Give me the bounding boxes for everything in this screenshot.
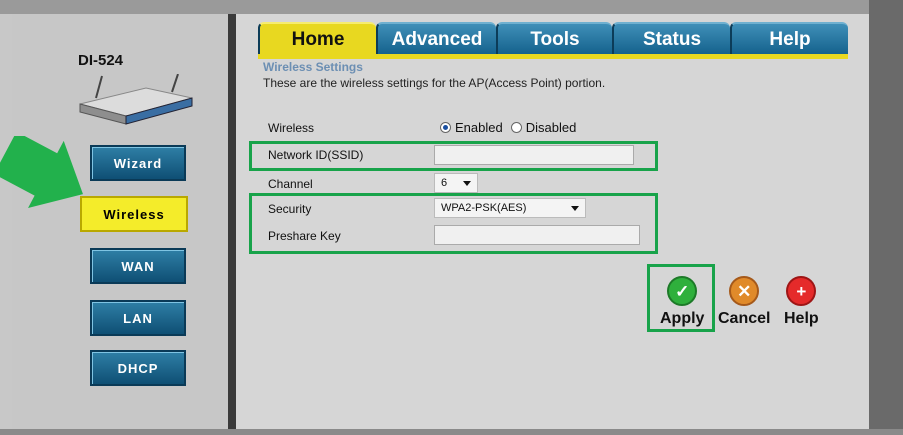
tab-advanced[interactable]: Advanced xyxy=(376,22,496,56)
channel-label: Channel xyxy=(268,177,313,191)
sidebar-item-label: LAN xyxy=(123,310,153,326)
chevron-down-icon xyxy=(571,206,579,211)
ssid-input[interactable] xyxy=(434,145,634,165)
wireless-radio-group: Enabled Disabled xyxy=(440,120,576,135)
pointer-arrow-icon xyxy=(0,136,83,209)
cancel-label: Cancel xyxy=(718,310,771,327)
channel-value: 6 xyxy=(441,177,448,189)
cancel-icon: ✕ xyxy=(729,276,760,306)
check-icon: ✓ xyxy=(667,276,698,306)
sidebar-item-label: Wizard xyxy=(113,155,163,171)
panel-divider xyxy=(228,14,236,435)
wireless-label: Wireless xyxy=(268,121,315,135)
preshare-key-input[interactable] xyxy=(434,225,640,245)
sidebar-item-wan[interactable]: WAN xyxy=(90,248,186,284)
tab-label: Status xyxy=(642,29,702,50)
security-value: WPA2-PSK(AES) xyxy=(441,202,527,214)
apply-button[interactable]: ✓ Apply xyxy=(660,276,704,328)
security-label: Security xyxy=(268,202,312,216)
help-label: Help xyxy=(784,310,819,327)
plus-icon: + xyxy=(786,276,817,306)
device-model: DI-524 xyxy=(78,52,124,69)
sidebar-item-wizard[interactable]: Wizard xyxy=(90,145,186,181)
wireless-disabled-label: Disabled xyxy=(525,120,577,135)
top-frame xyxy=(0,0,903,14)
tab-label: Advanced xyxy=(391,29,483,50)
sidebar-item-dhcp[interactable]: DHCP xyxy=(90,350,186,386)
tab-label: Tools xyxy=(530,29,580,50)
wireless-enabled-label: Enabled xyxy=(455,120,503,135)
router-image xyxy=(79,74,193,125)
ssid-label: Network ID(SSID) xyxy=(268,148,364,162)
section-title: Wireless Settings xyxy=(263,60,363,74)
tab-label: Home xyxy=(291,29,345,50)
tab-tools[interactable]: Tools xyxy=(496,22,612,56)
preshare-key-label: Preshare Key xyxy=(268,229,341,243)
channel-select[interactable]: 6 xyxy=(434,173,478,193)
bottom-frame xyxy=(0,429,903,435)
right-frame xyxy=(869,0,903,435)
sidebar-item-lan[interactable]: LAN xyxy=(90,300,186,336)
apply-label: Apply xyxy=(660,310,705,327)
tab-label: Help xyxy=(769,29,811,50)
sidebar-item-wireless[interactable]: Wireless xyxy=(80,196,188,232)
section-description: These are the wireless settings for the … xyxy=(263,76,606,90)
sidebar-item-label: Wireless xyxy=(103,206,165,222)
help-button[interactable]: + Help xyxy=(784,276,819,328)
tab-home[interactable]: Home xyxy=(258,22,376,56)
wireless-disabled-radio[interactable] xyxy=(510,122,522,133)
cancel-button[interactable]: ✕ Cancel xyxy=(718,276,770,328)
tab-status[interactable]: Status xyxy=(612,22,730,56)
sidebar-item-label: WAN xyxy=(121,258,155,274)
tab-underline xyxy=(258,54,848,59)
tab-help[interactable]: Help xyxy=(730,22,848,56)
wireless-enabled-radio[interactable] xyxy=(440,122,451,133)
security-select[interactable]: WPA2-PSK(AES) xyxy=(434,198,586,218)
top-tabs: Home Advanced Tools Status Help xyxy=(258,22,848,56)
chevron-down-icon xyxy=(463,181,471,186)
sidebar-item-label: DHCP xyxy=(117,360,159,376)
